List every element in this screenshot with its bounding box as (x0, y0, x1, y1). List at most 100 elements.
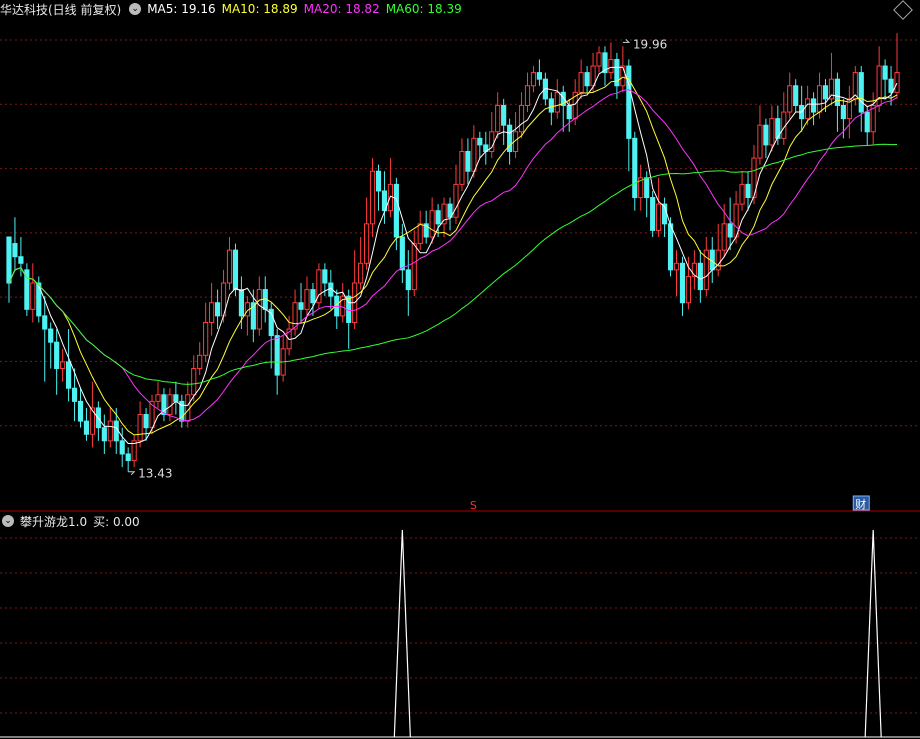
candle-body (54, 341, 60, 369)
candle-body (679, 262, 686, 304)
candle-body (119, 440, 125, 455)
candle-body (584, 72, 590, 87)
candle-body (715, 249, 721, 271)
candle-body (441, 203, 447, 225)
candle-body (864, 111, 870, 133)
ma10-label: MA10: 18.89 (221, 2, 298, 16)
candle-body (113, 420, 119, 442)
candle-body (322, 269, 328, 284)
candle-body (191, 367, 197, 396)
candle-body (805, 98, 811, 120)
candle-body (405, 269, 411, 291)
candle-body (6, 236, 12, 284)
candle-body (757, 124, 763, 159)
signal-spike (393, 529, 411, 738)
candle-body (882, 65, 888, 80)
candle-body (888, 78, 894, 93)
candle-body (769, 118, 775, 146)
candle-body (214, 302, 221, 317)
candle-body (12, 243, 18, 258)
candle-body (71, 387, 78, 402)
candle-body (858, 72, 864, 113)
candle-body (518, 104, 525, 133)
candle-body (530, 72, 537, 87)
candle-body (554, 91, 560, 113)
indicator-label: 攀升游龙1.0 (20, 514, 88, 529)
candle-body (369, 170, 376, 225)
candle-body (298, 302, 304, 310)
candle-body (358, 262, 364, 284)
candle-body (673, 262, 680, 271)
candle-body (83, 420, 90, 435)
candle-body (143, 414, 149, 429)
candle-body (411, 243, 417, 291)
candle-body (310, 289, 316, 304)
candle-body (232, 249, 239, 291)
candle-body (632, 137, 638, 199)
ma20-label: MA20: 18.82 (303, 2, 380, 16)
candle-body (18, 256, 24, 264)
candle-body (620, 65, 626, 87)
ma5-label: MA5: 19.16 (147, 2, 216, 16)
candle-body (77, 400, 84, 422)
candle-body (763, 124, 769, 146)
candle-body (48, 328, 54, 343)
candle-body (745, 183, 751, 199)
candle-body (727, 223, 733, 238)
ma60-label: MA60: 18.39 (385, 2, 462, 16)
candle-body (626, 65, 632, 139)
candle-body (495, 104, 501, 133)
stock-chart: 19.96 13.43 S 财 (0, 33, 920, 738)
low-arrow (128, 471, 136, 476)
candle-body (816, 85, 823, 113)
candle-body (429, 210, 435, 238)
candle-body (894, 72, 900, 93)
candle-body (42, 315, 48, 330)
buy-value-label: 买: 0.00 (93, 514, 140, 529)
candle-body (101, 427, 107, 442)
s-marker: S (470, 499, 477, 512)
candle-body (435, 210, 441, 225)
candle-body (536, 72, 543, 80)
sub-header: ⌄ 攀升游龙1.0 买: 0.00 (0, 512, 140, 530)
candle-body (173, 394, 179, 402)
candle-body (656, 203, 662, 231)
candle-body (465, 151, 471, 172)
candle-body (644, 177, 650, 199)
stock-title: 华达科技(日线 前复权) (0, 2, 122, 17)
candle-body (60, 361, 66, 369)
candle-body (238, 289, 245, 317)
candle-body (548, 98, 554, 113)
candle-body (256, 289, 262, 330)
candle-body (685, 275, 692, 304)
chevron-down-icon[interactable]: ⌄ (129, 3, 142, 15)
high-arrow (622, 39, 631, 43)
candle-body (363, 223, 370, 264)
candle-body (304, 289, 310, 310)
candle-body (399, 236, 405, 271)
candle-body (566, 104, 572, 120)
candle-body (107, 420, 113, 442)
candle-body (787, 85, 793, 113)
candle-body (608, 58, 614, 74)
candle-body (65, 361, 72, 389)
high-price-label: 19.96 (633, 37, 667, 51)
candle-body (155, 394, 161, 402)
candle-body (667, 223, 674, 271)
candle-body (721, 223, 727, 251)
candle-body (840, 104, 846, 120)
candle-body (471, 137, 477, 172)
candle-body (197, 354, 203, 369)
candle-body (375, 170, 382, 192)
candle-body (524, 85, 531, 106)
candle-body (459, 151, 465, 185)
candle-body (185, 394, 191, 422)
chevron-down-icon[interactable]: ⌄ (2, 515, 14, 527)
candle-body (596, 52, 602, 67)
candle-body (822, 85, 829, 100)
candle-body (209, 302, 215, 323)
candle-body (578, 72, 584, 93)
candle-body (167, 394, 173, 416)
candle-body (30, 282, 36, 310)
candle-body (828, 78, 835, 100)
